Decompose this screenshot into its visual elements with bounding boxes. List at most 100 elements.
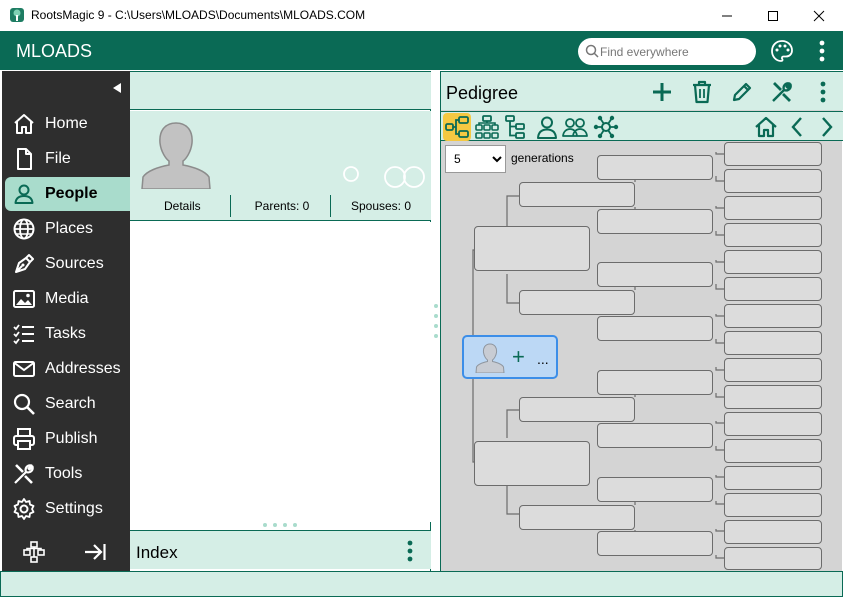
sidebar-item-label: People bbox=[45, 185, 98, 202]
horizontal-splitter-handle[interactable] bbox=[262, 522, 298, 528]
theme-button[interactable] bbox=[769, 38, 795, 64]
sidebar-item-label: Tasks bbox=[45, 325, 86, 342]
pedigree-father-box[interactable] bbox=[474, 226, 590, 271]
tab-spouses[interactable]: Spouses: 0 bbox=[350, 199, 412, 213]
pedigree-ancestor-box[interactable] bbox=[724, 439, 822, 463]
envelope-icon bbox=[11, 356, 37, 382]
pedigree-grandparent-box[interactable] bbox=[519, 505, 635, 530]
pedigree-grandparent-box[interactable] bbox=[519, 290, 635, 315]
sidebar-item-label: Addresses bbox=[45, 360, 121, 377]
add-root-person-button[interactable]: + bbox=[512, 344, 525, 370]
family-tree-button[interactable] bbox=[21, 539, 47, 565]
search-icon bbox=[585, 44, 599, 58]
pedigree-ancestor-box[interactable] bbox=[724, 520, 822, 544]
sidebar-item-label: Places bbox=[45, 220, 94, 237]
sidebar-item-places[interactable]: Places bbox=[5, 212, 130, 246]
pedigree-ancestor-box[interactable] bbox=[724, 358, 822, 382]
pedigree-great-grandparent-box[interactable] bbox=[597, 209, 713, 234]
tasks-icon bbox=[11, 321, 37, 347]
people-list[interactable] bbox=[130, 222, 431, 522]
sidebar-item-tools[interactable]: Tools bbox=[5, 457, 130, 491]
search-input[interactable] bbox=[600, 42, 748, 61]
pedigree-grandparent-box[interactable] bbox=[519, 182, 635, 207]
minimize-icon bbox=[722, 15, 732, 16]
tools-icon bbox=[11, 461, 37, 487]
pedigree-ancestor-box[interactable] bbox=[724, 277, 822, 301]
pedigree-panel: Pedigree + ... 5 generations bbox=[440, 71, 843, 571]
pedigree-ancestor-box[interactable] bbox=[724, 493, 822, 517]
people-panel: Details Parents: 0 Spouses: 0 Index bbox=[130, 71, 431, 571]
pedigree-ancestor-box[interactable] bbox=[724, 223, 822, 247]
minimize-button[interactable] bbox=[704, 0, 750, 31]
pedigree-ancestor-box[interactable] bbox=[724, 169, 822, 193]
pedigree-ancestor-box[interactable] bbox=[724, 385, 822, 409]
sidebar-item-tasks[interactable]: Tasks bbox=[5, 317, 130, 351]
root-person-more[interactable]: ... bbox=[537, 351, 549, 367]
find-everywhere-search[interactable] bbox=[578, 38, 756, 65]
home-icon bbox=[11, 111, 37, 137]
globe-icon bbox=[11, 216, 37, 242]
index-label: Index bbox=[136, 543, 178, 562]
arrow-to-right-icon bbox=[85, 544, 106, 560]
sidebar-item-label: Search bbox=[45, 395, 96, 412]
window-title: RootsMagic 9 - C:\Users\MLOADS\Documents… bbox=[31, 8, 366, 22]
pedigree-great-grandparent-box[interactable] bbox=[597, 262, 713, 287]
header-more-button[interactable] bbox=[809, 38, 835, 64]
palette-icon bbox=[771, 40, 793, 62]
pedigree-ancestor-box[interactable] bbox=[724, 331, 822, 355]
sidebar-item-file[interactable]: File bbox=[5, 142, 130, 176]
sidebar-item-label: Media bbox=[45, 290, 89, 307]
pedigree-root-person[interactable]: + ... bbox=[462, 335, 558, 379]
pedigree-ancestor-box[interactable] bbox=[724, 304, 822, 328]
sidebar-item-media[interactable]: Media bbox=[5, 282, 130, 316]
pedigree-mother-box[interactable] bbox=[474, 441, 590, 486]
maximize-button[interactable] bbox=[750, 0, 796, 31]
sidebar-item-label: Publish bbox=[45, 430, 98, 447]
generations-label: generations bbox=[511, 151, 574, 165]
sidebar-item-settings[interactable]: Settings bbox=[5, 492, 130, 526]
index-more-button[interactable] bbox=[404, 539, 416, 563]
sidebar-item-addresses[interactable]: Addresses bbox=[5, 352, 130, 386]
pedigree-ancestor-box[interactable] bbox=[724, 412, 822, 436]
collapse-sidebar-button[interactable] bbox=[112, 81, 122, 99]
person-silhouette-icon bbox=[475, 343, 505, 373]
sidebar-item-home[interactable]: Home bbox=[5, 107, 130, 141]
pedigree-ancestor-box[interactable] bbox=[724, 196, 822, 220]
pedigree-ancestor-box[interactable] bbox=[724, 250, 822, 274]
close-button[interactable] bbox=[796, 0, 842, 31]
tab-parents[interactable]: Parents: 0 bbox=[252, 199, 312, 213]
pedigree-ancestor-box[interactable] bbox=[724, 547, 822, 570]
splitter-grip-icon bbox=[434, 304, 438, 338]
more-vertical-icon bbox=[407, 540, 413, 562]
pedigree-great-grandparent-box[interactable] bbox=[597, 370, 713, 395]
sidebar: Home File People Places Sources Media Ta… bbox=[2, 71, 130, 571]
pedigree-ancestor-box[interactable] bbox=[724, 466, 822, 490]
close-icon bbox=[813, 10, 825, 21]
pedigree-grandparent-box[interactable] bbox=[519, 397, 635, 422]
index-bar: Index bbox=[130, 530, 431, 569]
pedigree-great-grandparent-box[interactable] bbox=[597, 531, 713, 556]
signout-button[interactable] bbox=[82, 539, 108, 565]
sidebar-item-publish[interactable]: Publish bbox=[5, 422, 130, 456]
pedigree-great-grandparent-box[interactable] bbox=[597, 155, 713, 180]
pedigree-great-grandparent-box[interactable] bbox=[597, 316, 713, 341]
family-tree-icon bbox=[23, 541, 45, 563]
person-silhouette-icon bbox=[141, 122, 211, 189]
pedigree-great-grandparent-box[interactable] bbox=[597, 477, 713, 502]
tab-details[interactable]: Details bbox=[164, 199, 201, 213]
tab-separator bbox=[330, 195, 331, 217]
vertical-splitter[interactable] bbox=[431, 71, 440, 571]
sidebar-item-label: Settings bbox=[45, 500, 103, 517]
search-icon bbox=[11, 391, 37, 417]
pedigree-great-grandparent-box[interactable] bbox=[597, 423, 713, 448]
sidebar-item-people[interactable]: People bbox=[5, 177, 130, 211]
sidebar-item-sources[interactable]: Sources bbox=[5, 247, 130, 281]
people-panel-header bbox=[130, 71, 431, 110]
circles-decoration-icon bbox=[343, 166, 425, 188]
generations-select[interactable]: 5 bbox=[445, 145, 506, 173]
sidebar-item-label: File bbox=[45, 150, 71, 167]
title-bar: RootsMagic 9 - C:\Users\MLOADS\Documents… bbox=[0, 0, 843, 31]
sidebar-item-label: Home bbox=[45, 115, 88, 132]
sidebar-item-search[interactable]: Search bbox=[5, 387, 130, 421]
pedigree-ancestor-box[interactable] bbox=[724, 142, 822, 166]
